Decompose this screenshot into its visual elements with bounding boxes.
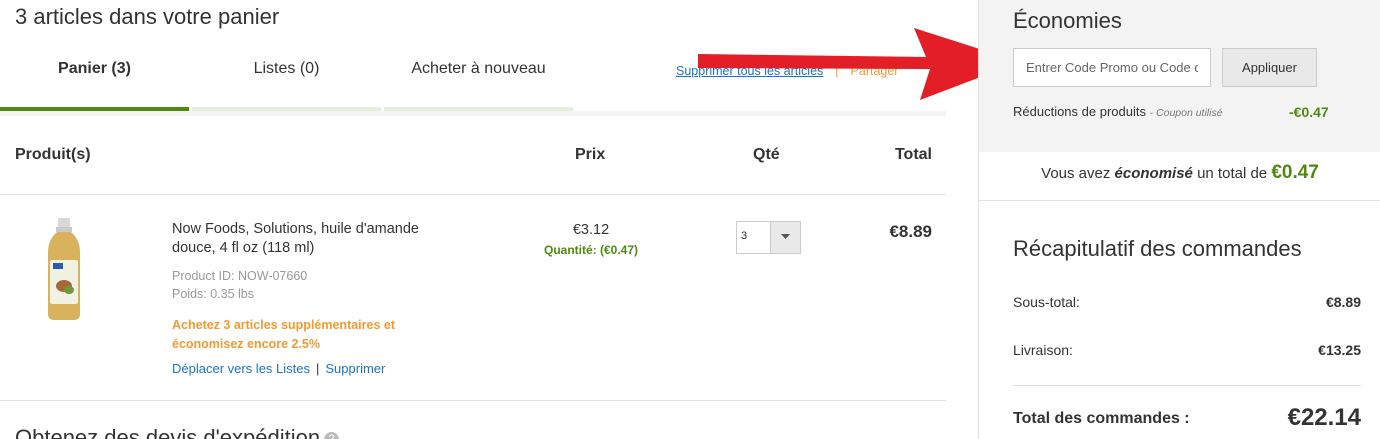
- product-id: Product ID: NOW-07660: [172, 269, 308, 283]
- remove-item-link[interactable]: Supprimer: [325, 361, 385, 376]
- line-total: €8.89: [889, 222, 932, 241]
- help-icon[interactable]: ?: [324, 431, 340, 439]
- tab-cart[interactable]: Panier (3): [0, 56, 189, 112]
- subtotal-value: €8.89: [1325, 294, 1361, 310]
- coupon-note: - Coupon utilisé: [1149, 107, 1223, 119]
- shipping-row: Livraison: €13.25: [1013, 342, 1361, 358]
- red-arrow-icon: [698, 28, 1020, 100]
- quantity-value: 3: [741, 230, 748, 242]
- subtotal-row: Sous-total: €8.89: [1013, 294, 1361, 310]
- header-qty: Qté: [753, 146, 780, 163]
- item-actions-separator: |: [316, 361, 320, 376]
- order-total-value: €22.14: [1287, 404, 1361, 431]
- product-reductions-text: Réductions de produits: [1013, 104, 1146, 119]
- shipping-quote-title: Obtenez des devis d'expédition?: [15, 425, 340, 439]
- promo-code-input[interactable]: [1013, 48, 1211, 87]
- item-actions: Déplacer vers les Listes | Supprimer: [172, 361, 385, 376]
- saved-emphasis: économisé: [1114, 165, 1193, 182]
- product-reductions-label: Réductions de produits - Coupon utilisé: [1013, 104, 1223, 119]
- shipping-value: €13.25: [1318, 342, 1361, 358]
- divider: [1013, 385, 1361, 386]
- subtotal-label: Sous-total:: [1013, 294, 1080, 310]
- saved-amount: €0.47: [1271, 162, 1319, 183]
- saved-prefix: Vous avez: [1041, 165, 1111, 182]
- divider: [979, 200, 1380, 201]
- product-reductions-value: -€0.47: [1289, 104, 1329, 120]
- divider: [0, 400, 946, 401]
- tab-buy-again-label: Acheter à nouveau: [411, 60, 546, 77]
- total-saved: Vous avez économisé un total de €0.47: [979, 162, 1380, 184]
- shipping-label: Livraison:: [1013, 342, 1073, 358]
- shipping-quote-label: Obtenez des devis d'expédition: [15, 425, 321, 439]
- header-product: Produit(s): [15, 146, 91, 163]
- order-total-label: Total des commandes :: [1013, 410, 1190, 427]
- savings-title: Économies: [1013, 8, 1122, 33]
- order-sidebar: Économies Appliquer Réductions de produi…: [978, 0, 1380, 439]
- header-price: Prix: [575, 146, 606, 163]
- product-name[interactable]: Now Foods, Solutions, huile d'amande dou…: [172, 220, 462, 258]
- product-weight: Poids: 0.35 lbs: [172, 287, 254, 301]
- quantity-discount: Quantité: (€0.47): [543, 243, 639, 257]
- tab-lists-label: Listes (0): [253, 60, 320, 77]
- header-total: Total: [894, 146, 932, 163]
- table-header: Produit(s) Prix Qté Total: [0, 138, 946, 174]
- cart-heading: 3 articles dans votre panier: [15, 4, 280, 29]
- divider: [0, 194, 946, 195]
- tabs-divider: [0, 111, 946, 116]
- tab-cart-label: Panier (3): [58, 60, 131, 77]
- move-to-lists-link[interactable]: Déplacer vers les Listes: [172, 361, 310, 376]
- order-total-row: Total des commandes : €22.14: [1013, 404, 1361, 431]
- saved-middle: un total de: [1197, 165, 1268, 182]
- tab-lists[interactable]: Listes (0): [192, 56, 381, 112]
- apply-promo-button[interactable]: Appliquer: [1222, 48, 1317, 87]
- tab-buy-again[interactable]: Acheter à nouveau: [384, 56, 573, 112]
- savings-panel: Économies Appliquer Réductions de produi…: [979, 0, 1380, 152]
- promo-message: Achetez 3 articles supplémentaires et éc…: [172, 318, 396, 351]
- unit-price: €3.12: [572, 222, 610, 238]
- product-image[interactable]: [44, 218, 84, 322]
- order-summary-title: Récapitulatif des commandes: [1013, 236, 1302, 261]
